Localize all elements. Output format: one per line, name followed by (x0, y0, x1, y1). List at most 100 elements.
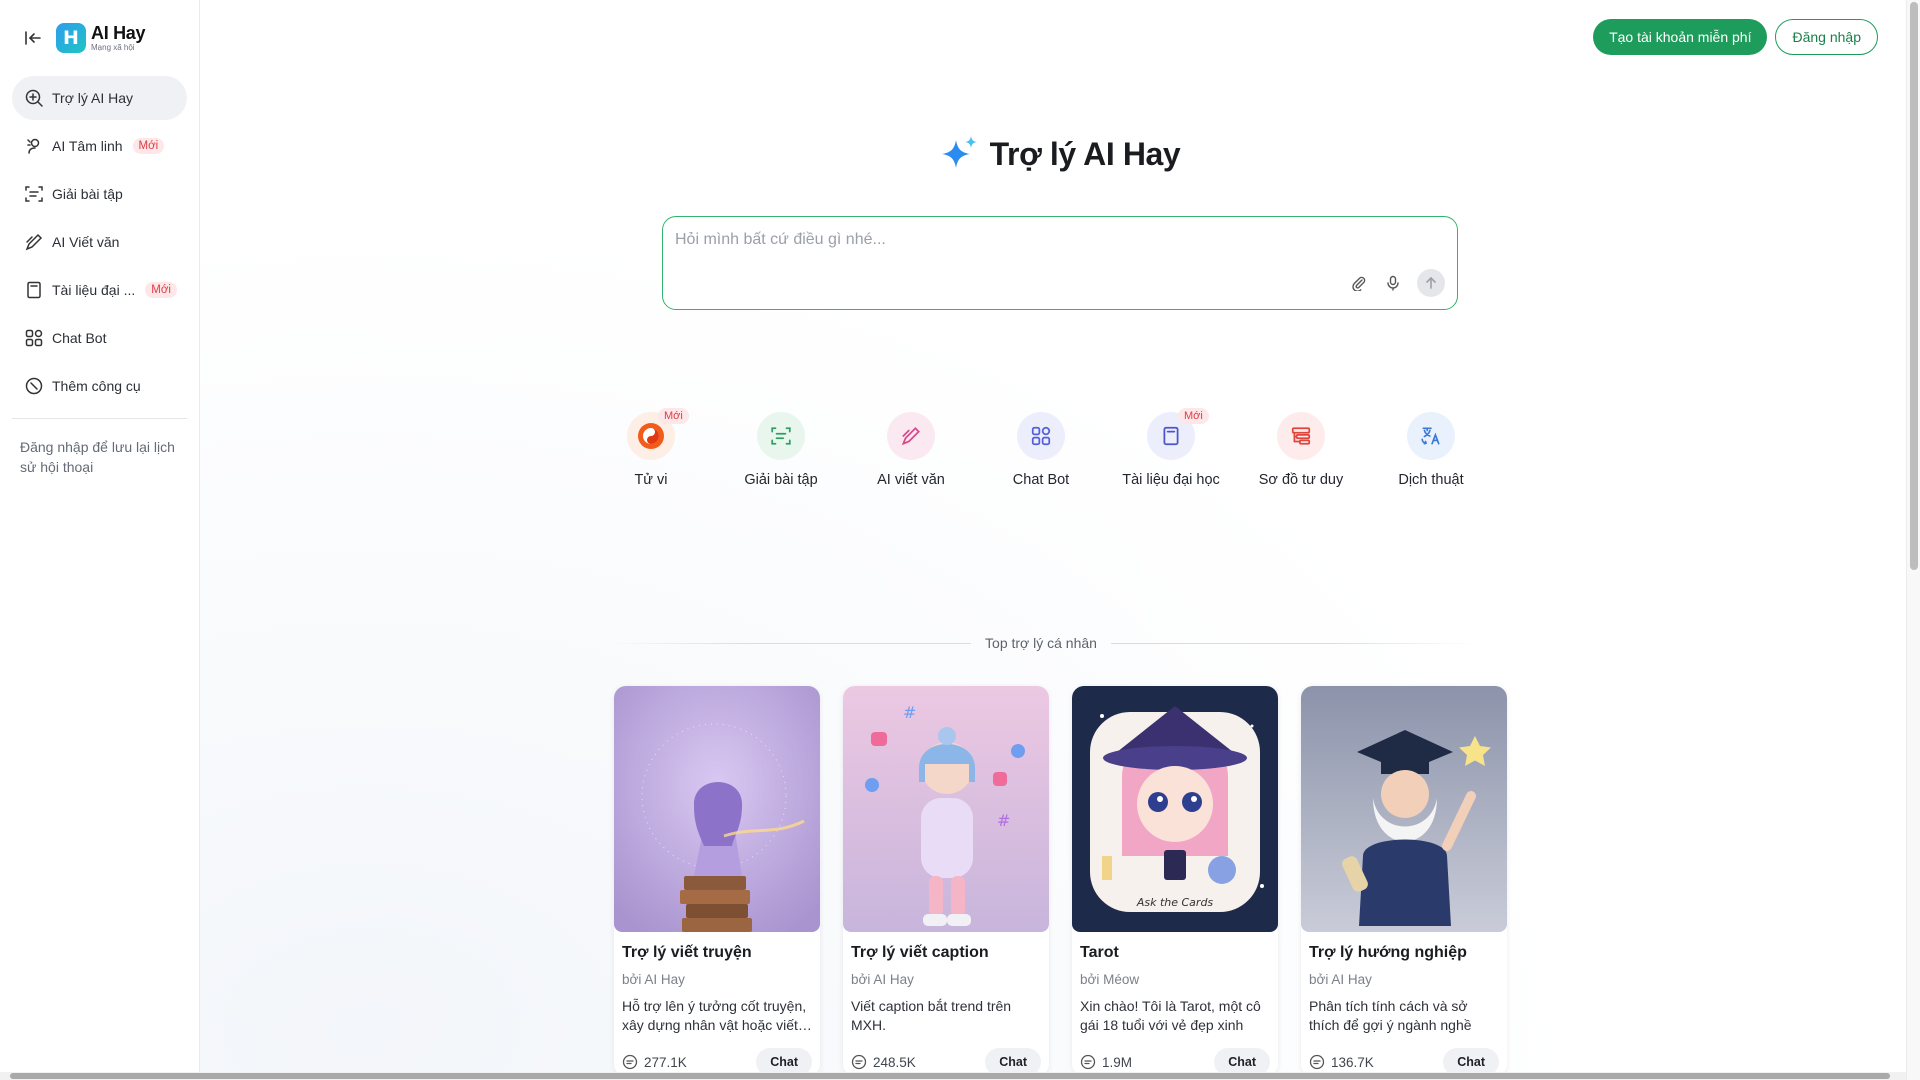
assistant-card[interactable]: Trợ lý viết truyện bởi AI Hay Hỗ trợ lên… (614, 686, 820, 1076)
feature-tu-vi[interactable]: Mới Tử vi (586, 408, 716, 488)
section-header: Top trợ lý cá nhân (608, 635, 1474, 651)
feature-so-do-tu-duy[interactable]: Sơ đồ tư duy (1236, 412, 1366, 488)
sidebar-item-them-cong-cu[interactable]: Thêm công cụ (12, 364, 187, 408)
grid-icon (25, 329, 43, 347)
microphone-icon (1387, 275, 1399, 291)
sidebar-item-label: Trợ lý AI Hay (52, 90, 134, 106)
card-description: Hỗ trợ lên ý tưởng cốt truyện, xây dựng … (622, 998, 812, 1033)
mindmap-icon (1277, 412, 1325, 460)
feature-label: Tử vi (634, 472, 668, 488)
assistant-card[interactable]: Ask the Cards Tarot bởi Méow Xin chào! T… (1072, 686, 1278, 1076)
sidebar-item-ai-viet-van[interactable]: AI Viết văn (12, 220, 187, 264)
new-badge: Mới (1178, 408, 1209, 424)
sidebar-item-tro-ly-ai-hay[interactable]: Trợ lý AI Hay (12, 76, 187, 120)
page-title: Trợ lý AI Hay (989, 135, 1181, 172)
sidebar-item-ai-tam-linh[interactable]: AI Tâm linh Mới (12, 124, 187, 168)
sidebar-item-label: AI Viết văn (52, 234, 120, 250)
card-image-career-advisor (1301, 686, 1507, 932)
card-author: bởi AI Hay (851, 972, 914, 987)
feature-ai-viet-van[interactable]: AI viết văn (846, 412, 976, 488)
card-image-story-writer (614, 686, 820, 932)
svg-text:Ask the Cards: Ask the Cards (1136, 896, 1214, 909)
vertical-scrollbar[interactable] (1906, 0, 1920, 1080)
divider (608, 642, 972, 644)
card-author: bởi AI Hay (1309, 972, 1372, 987)
chat-count: 136.7K (1309, 1054, 1374, 1070)
card-image-tarot: Ask the Cards (1072, 686, 1278, 932)
sidebar-header: H AI Hay Mạng xã hội (0, 0, 199, 76)
feature-label: AI viết văn (877, 472, 945, 488)
attach-button[interactable] (1349, 273, 1369, 293)
scrollbar-thumb[interactable] (10, 1073, 1890, 1079)
scrollbar-thumb[interactable] (1910, 2, 1918, 570)
card-author: bởi AI Hay (622, 972, 685, 987)
card-description: Xin chào! Tôi là Tarot, một cô gái 18 tu… (1080, 998, 1261, 1033)
sidebar-item-label: Thêm công cụ (52, 378, 141, 394)
spirit-icon (27, 138, 40, 154)
feature-label: Tài liệu đại học (1122, 472, 1220, 488)
feature-chat-bot[interactable]: Chat Bot (976, 412, 1106, 488)
chat-bubble-icon (1080, 1054, 1096, 1070)
chat-count-value: 248.5K (873, 1054, 916, 1070)
feature-tai-lieu-dai-hoc[interactable]: Mới Tài liệu đại học (1106, 408, 1236, 488)
logo-subtitle: Mạng xã hội (91, 43, 135, 52)
login-hint-text: Đăng nhập để lưu lại lịch sử hội thoại (20, 439, 175, 475)
horizontal-scrollbar[interactable] (0, 1072, 1906, 1080)
feature-dich-thuat[interactable]: Dịch thuật (1366, 412, 1496, 488)
collapse-left-icon (25, 31, 41, 45)
sidebar-item-label: Giải bài tập (52, 186, 123, 202)
svg-text:#: # (997, 811, 1010, 830)
chat-composer (662, 216, 1458, 310)
feature-label: Sơ đồ tư duy (1258, 472, 1344, 488)
composer-tools (1349, 269, 1445, 297)
sidebar: H AI Hay Mạng xã hội Trợ lý AI Hay AI Tâ… (0, 0, 200, 1080)
main-content: Tạo tài khoản miễn phí Đăng nhập Trợ lý … (200, 0, 1920, 1080)
search-sparkle-icon (25, 89, 43, 107)
signup-button[interactable]: Tạo tài khoản miễn phí (1593, 19, 1768, 55)
new-badge: Mới (132, 138, 165, 154)
card-title: Trợ lý viết caption (851, 944, 989, 961)
send-button[interactable] (1417, 269, 1445, 297)
card-author: bởi Méow (1080, 972, 1140, 987)
logo[interactable]: AI Hay Mạng xã hội (91, 24, 146, 52)
new-badge: Mới (658, 408, 689, 424)
chat-count: 1.9M (1080, 1054, 1132, 1070)
chat-count: 248.5K (851, 1054, 916, 1070)
sidebar-item-tai-lieu-dai-hoc[interactable]: Tài liệu đại ... Mới (12, 268, 187, 312)
arrow-up-icon (1426, 276, 1436, 289)
book-icon (27, 281, 41, 299)
new-badge: Mới (145, 282, 177, 298)
header-actions: Tạo tài khoản miễn phí Đăng nhập (1593, 19, 1878, 55)
scan-icon (757, 412, 805, 460)
sidebar-item-label: Chat Bot (52, 330, 107, 346)
card-description: Viết caption bắt trend trên MXH. (851, 998, 1012, 1033)
sidebar-item-giai-bai-tap[interactable]: Giải bài tập (12, 172, 187, 216)
feature-giai-bai-tap[interactable]: Giải bài tập (716, 412, 846, 488)
voice-button[interactable] (1383, 273, 1403, 293)
collapse-sidebar-button[interactable] (22, 27, 44, 49)
logo-icon[interactable]: H (56, 23, 86, 53)
assistant-card[interactable]: # # Trợ lý viết caption bởi AI Hay Viết … (843, 686, 1049, 1076)
scan-icon (25, 186, 43, 202)
chat-bubble-icon (622, 1054, 638, 1070)
feature-label: Giải bài tập (744, 472, 818, 488)
pen-icon (25, 233, 43, 251)
chat-input[interactable] (675, 231, 1375, 249)
grid-icon (1017, 412, 1065, 460)
assistant-card[interactable]: Trợ lý hướng nghiệp bởi AI Hay Phân tích… (1301, 686, 1507, 1076)
divider (1110, 642, 1474, 644)
assistant-cards: Trợ lý viết truyện bởi AI Hay Hỗ trợ lên… (614, 686, 1507, 1076)
card-image-caption-writer: # # (843, 686, 1049, 932)
sparkle-icon (941, 136, 977, 168)
sidebar-item-chat-bot[interactable]: Chat Bot (12, 316, 187, 360)
card-title: Tarot (1080, 944, 1119, 961)
feature-label: Chat Bot (1012, 472, 1070, 488)
translate-icon (1407, 412, 1455, 460)
feature-shortcuts: Mới Tử vi Giải bài tập AI viết văn Chat … (586, 408, 1496, 488)
login-button[interactable]: Đăng nhập (1775, 19, 1878, 55)
paperclip-icon (1352, 276, 1366, 291)
sidebar-nav: Trợ lý AI Hay AI Tâm linh Mới Giải bài t… (0, 76, 199, 408)
chat-bubble-icon (851, 1054, 867, 1070)
card-title: Trợ lý hướng nghiệp (1309, 944, 1467, 961)
compass-icon (25, 377, 43, 395)
